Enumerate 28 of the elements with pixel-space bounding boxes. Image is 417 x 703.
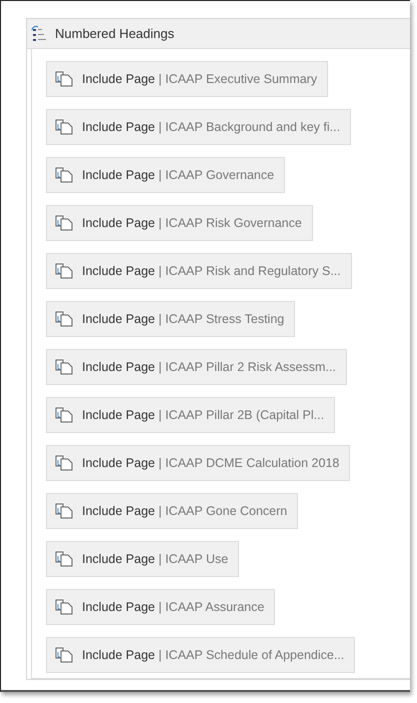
pages-icon <box>55 263 74 279</box>
pages-icon <box>55 551 74 567</box>
include-page-macro[interactable]: Include Page | ICAAP Use <box>46 541 240 577</box>
pages-icon <box>55 215 74 231</box>
include-page-macro[interactable]: Include Page | ICAAP Gone Concern <box>46 493 298 529</box>
numbered-list-icon <box>31 24 49 42</box>
pages-icon <box>55 167 74 183</box>
include-page-macro[interactable]: Include Page | ICAAP Schedule of Appendice... <box>46 637 356 673</box>
include-page-macro[interactable]: Include Page | ICAAP Risk Governance <box>46 205 313 241</box>
pages-icon <box>55 455 74 471</box>
pages-icon <box>55 647 74 663</box>
include-page-macro[interactable]: Include Page | ICAAP Background and key fi... <box>46 109 352 145</box>
include-page-macro[interactable]: Include Page | ICAAP Pillar 2B (Capital Pl... <box>46 397 336 433</box>
include-page-macro[interactable]: Include Page | ICAAP DCME Calculation 2018 <box>46 445 350 481</box>
include-page-macro[interactable]: Include Page | ICAAP Risk and Regulatory S... <box>46 253 352 289</box>
include-page-macro[interactable]: Include Page | ICAAP Assurance <box>46 589 276 625</box>
include-page-macro[interactable]: Include Page | ICAAP Stress Testing <box>46 301 296 337</box>
include-page-macro[interactable]: Include Page | ICAAP Pillar 2 Risk Assessm... <box>46 349 347 385</box>
panel-title: Numbered Headings <box>55 26 174 41</box>
pages-icon <box>55 503 74 519</box>
pages-icon <box>55 311 74 327</box>
pages-icon <box>55 71 74 87</box>
pages-icon <box>55 407 74 423</box>
pages-icon <box>55 119 74 135</box>
pages-icon <box>55 599 74 615</box>
pages-icon <box>55 359 74 375</box>
include-page-macro[interactable]: Include Page | ICAAP Executive Summary <box>46 61 328 97</box>
include-page-macro[interactable]: Include Page | ICAAP Governance <box>46 157 286 193</box>
